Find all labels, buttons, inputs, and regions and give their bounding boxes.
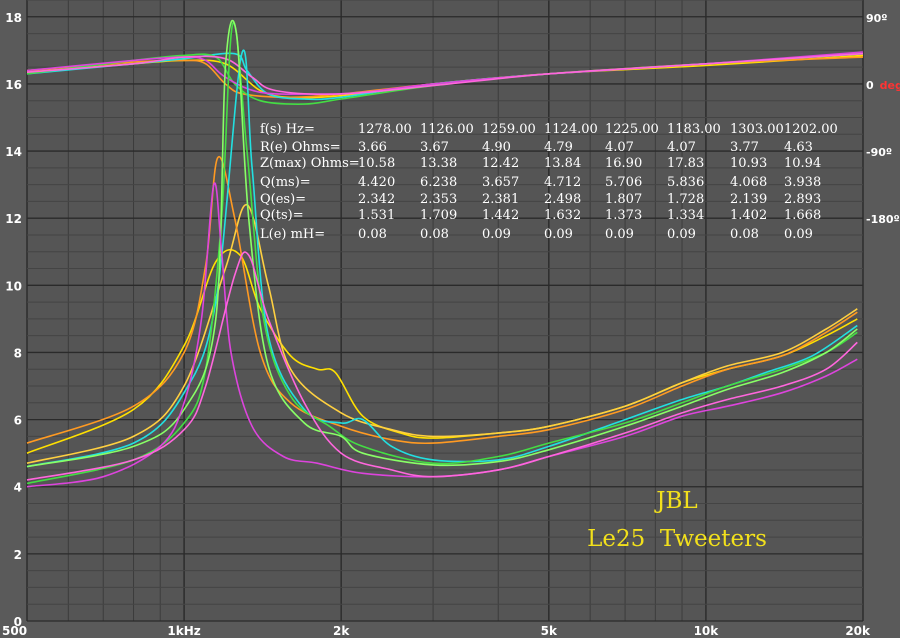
phase-tick-label: 0 deg — [866, 79, 900, 92]
param-value: 0.09 — [784, 227, 813, 242]
phase-unit-label: deg — [880, 79, 900, 92]
y-tick-label: 6 — [14, 414, 22, 428]
x-tick-label: 5k — [541, 624, 558, 638]
y-tick-label: 8 — [14, 346, 22, 360]
param-value: 10.93 — [730, 156, 767, 171]
param-value: 3.938 — [784, 175, 821, 190]
param-label: R(e) Ohms= — [260, 140, 341, 155]
param-value: 4.79 — [544, 140, 573, 155]
x-tick-label: 10k — [694, 624, 720, 638]
impedance-chart: 0 2 4 6 8 10 12 14 16 18 90º 0 deg -90º -180º 500 1kHz… — [0, 0, 900, 638]
param-value: 2.381 — [482, 192, 519, 207]
param-value: 1.442 — [482, 208, 519, 223]
param-label: Z(max) Ohms= — [260, 156, 360, 171]
param-value: 4.712 — [544, 175, 581, 190]
param-value: 10.94 — [784, 156, 821, 171]
y-tick-label: 16 — [5, 78, 22, 92]
model-label: Le25 Tweeters — [587, 526, 767, 552]
param-value: 1183.00 — [667, 122, 721, 137]
param-value: 1202.00 — [784, 122, 838, 137]
param-label: Q(es)= — [260, 192, 306, 207]
param-value: 3.66 — [358, 140, 387, 155]
param-value: 1124.00 — [544, 122, 598, 137]
y-tick-label: 14 — [5, 145, 22, 159]
param-value: 4.068 — [730, 175, 767, 190]
phase-tick-label: -90º — [866, 146, 892, 159]
param-value: 0.08 — [358, 227, 387, 242]
param-value: 12.42 — [482, 156, 519, 171]
y-tick-label: 4 — [14, 481, 22, 495]
param-value: 3.77 — [730, 140, 759, 155]
param-value: 16.90 — [605, 156, 642, 171]
param-value: 6.238 — [420, 175, 457, 190]
brand-label: JBL — [654, 488, 697, 514]
param-value: 1.668 — [784, 208, 821, 223]
param-value: 0.09 — [605, 227, 634, 242]
param-value: 1.531 — [358, 208, 395, 223]
param-value: 4.90 — [482, 140, 511, 155]
y-tick-label: 10 — [5, 279, 22, 293]
param-value: 3.657 — [482, 175, 519, 190]
y-tick-label: 2 — [14, 548, 22, 562]
param-value: 1.334 — [667, 208, 704, 223]
param-value: 1.373 — [605, 208, 642, 223]
param-value: 0.09 — [544, 227, 573, 242]
param-value: 13.84 — [544, 156, 581, 171]
param-value: 0.09 — [667, 227, 696, 242]
param-value: 4.63 — [784, 140, 813, 155]
param-value: 0.08 — [730, 227, 759, 242]
param-value: 1.728 — [667, 192, 704, 207]
x-axis-ticks: 500 1kHz 2k 5k 10k 20k — [2, 624, 871, 638]
param-value: 1303.00 — [730, 122, 784, 137]
param-value: 0.08 — [420, 227, 449, 242]
chart-canvas: 024681012141618 90º0 deg-90º-180º 500 1kHz… — [2, 0, 900, 638]
param-value: 2.893 — [784, 192, 821, 207]
param-value: 0.09 — [482, 227, 511, 242]
param-value: 2.353 — [420, 192, 457, 207]
param-value: 10.58 — [358, 156, 395, 171]
param-value: 1126.00 — [420, 122, 474, 137]
param-value: 1259.00 — [482, 122, 536, 137]
x-tick-label: 1kHz — [167, 624, 200, 638]
param-value: 1225.00 — [605, 122, 659, 137]
param-value: 4.420 — [358, 175, 395, 190]
phase-axis-ticks: 90º 0 deg -90º -180º — [866, 12, 900, 226]
param-value: 2.498 — [544, 192, 581, 207]
x-tick-label: 2k — [333, 624, 350, 638]
param-label: Q(ms)= — [260, 175, 311, 190]
param-value: 1.402 — [730, 208, 767, 223]
phase-tick-label: -180º — [866, 213, 900, 226]
param-label: f(s) Hz= — [260, 122, 315, 137]
param-value: 5.836 — [667, 175, 704, 190]
y-tick-label: 12 — [5, 212, 22, 226]
phase-tick-label: 90º — [866, 12, 888, 25]
param-value: 3.67 — [420, 140, 449, 155]
y-axis-ticks: 024681012141618 — [5, 11, 22, 629]
param-value: 1.632 — [544, 208, 581, 223]
y-tick-label: 18 — [5, 11, 22, 25]
param-value: 1278.00 — [358, 122, 412, 137]
param-label: Q(ts)= — [260, 208, 304, 223]
x-tick-label: 500 — [2, 624, 27, 638]
param-value: 2.139 — [730, 192, 767, 207]
param-value: 17.83 — [667, 156, 704, 171]
x-tick-label: 20k — [845, 624, 871, 638]
param-value: 4.07 — [605, 140, 634, 155]
param-value: 1.807 — [605, 192, 642, 207]
param-value: 1.709 — [420, 208, 457, 223]
param-value: 2.342 — [358, 192, 395, 207]
param-value: 5.706 — [605, 175, 642, 190]
param-value: 13.38 — [420, 156, 457, 171]
param-label: L(e) mH= — [260, 227, 325, 242]
param-value: 4.07 — [667, 140, 696, 155]
